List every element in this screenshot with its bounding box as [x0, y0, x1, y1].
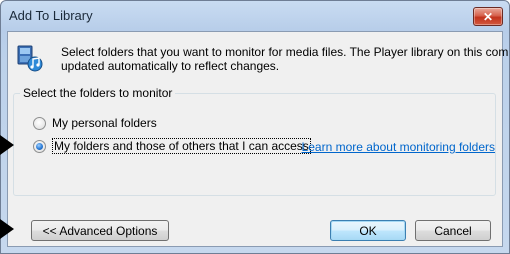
- ok-button[interactable]: OK: [330, 220, 406, 241]
- dialog-body: Select folders that you want to monitor …: [7, 31, 510, 247]
- radio-button-selected[interactable]: [33, 139, 46, 153]
- radio-label: My folders and those of others that I ca…: [52, 138, 311, 154]
- media-library-icon: [17, 45, 43, 72]
- pointer-arrow-icon: [0, 135, 14, 155]
- add-to-library-dialog: Add To Library ✕ Select folders that you…: [0, 0, 510, 254]
- radio-label: My personal folders: [52, 116, 157, 130]
- close-icon: ✕: [482, 9, 494, 24]
- cancel-label: Cancel: [434, 223, 472, 238]
- pointer-arrow-icon: [0, 219, 14, 239]
- radio-button[interactable]: [33, 116, 46, 130]
- description-line-1: Select folders that you want to monitor …: [61, 45, 510, 59]
- advanced-options-label: << Advanced Options: [42, 223, 158, 238]
- groupbox-legend: Select the folders to monitor: [20, 86, 176, 100]
- option-all-folders[interactable]: My folders and those of others that I ca…: [33, 138, 311, 154]
- cancel-button[interactable]: Cancel: [415, 220, 491, 241]
- ok-label: OK: [359, 223, 377, 238]
- description-line-2: updated automatically to reflect changes…: [61, 59, 280, 73]
- advanced-options-button[interactable]: << Advanced Options: [31, 220, 169, 241]
- close-button[interactable]: ✕: [473, 7, 503, 26]
- title-bar[interactable]: Add To Library ✕: [1, 1, 509, 31]
- window-title: Add To Library: [9, 8, 93, 23]
- dialog-description: Select folders that you want to monitor …: [61, 45, 510, 73]
- learn-more-link[interactable]: Learn more about monitoring folders: [302, 140, 495, 154]
- option-personal-folders[interactable]: My personal folders: [33, 116, 157, 130]
